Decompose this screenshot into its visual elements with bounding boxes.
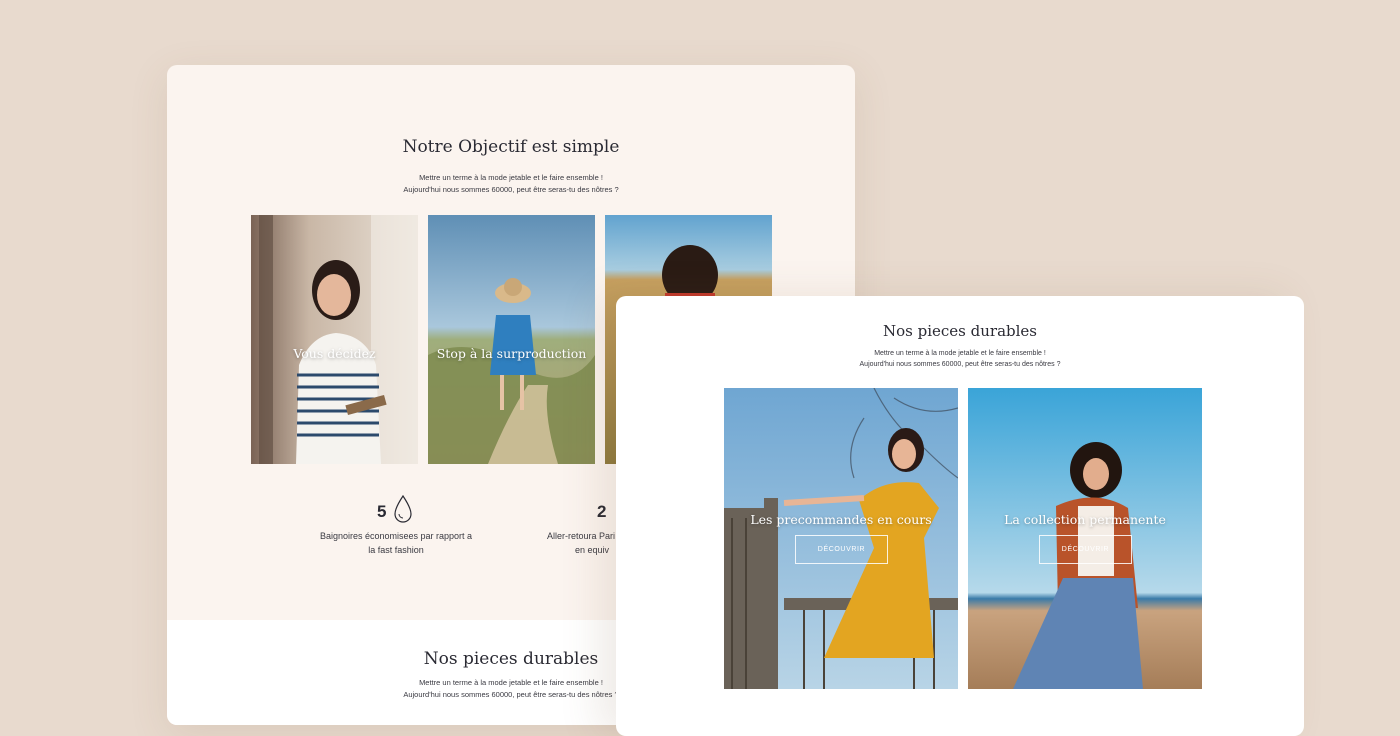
- objective-title: Notre Objectif est simple: [402, 137, 620, 157]
- durables-front-subtitle-line1: Mettre un terme à la mode jetable et le …: [874, 350, 1046, 357]
- tile-vous-decidez[interactable]: Vous décidez: [251, 215, 418, 464]
- card-precommandes[interactable]: Les precommandes en cours DÉCOUVRIR: [724, 388, 958, 689]
- card-caption: Les precommandes en cours: [750, 512, 932, 527]
- woman-hat-dunes-photo: [428, 215, 595, 464]
- woman-striped-shirt-photo: [251, 215, 418, 464]
- stat-text-1-line1: Baignoires économisees par rapport a: [319, 531, 473, 541]
- durables-front-subtitle: Mettre un terme à la mode jetable et le …: [616, 348, 1304, 370]
- objective-subtitle: Mettre un terme à la mode jetable et le …: [167, 172, 855, 195]
- durables-front-subtitle-line2: Aujourd'hui nous sommes 60000, peut être…: [859, 361, 1061, 368]
- stat-number-2: 2: [597, 502, 607, 521]
- stat-text-1: Baignoires économisees par rapport a la …: [301, 529, 491, 557]
- tile-caption: Vous décidez: [293, 346, 376, 361]
- discover-button[interactable]: DÉCOUVRIR: [1039, 535, 1132, 564]
- stat-text-1-line2: la fast fashion: [368, 545, 424, 555]
- card-collection-permanente[interactable]: La collection permanente DÉCOUVRIR: [968, 388, 1202, 689]
- water-drop-icon: [394, 495, 412, 523]
- durables-section-card: Nos pieces durables Mettre un terme à la…: [616, 296, 1304, 736]
- tile-caption: Stop à la surproduction: [436, 346, 587, 361]
- objective-subtitle-line2: Aujourd'hui nous sommes 60000, peut être…: [403, 184, 619, 194]
- tile-stop-surproduction[interactable]: Stop à la surproduction: [428, 215, 595, 464]
- stat-number-1: 5: [377, 502, 387, 521]
- discover-button[interactable]: DÉCOUVRIR: [795, 535, 888, 564]
- objective-subtitle-line1: Mettre un terme à la mode jetable et le …: [419, 173, 603, 182]
- durables-front-title: Nos pieces durables: [883, 322, 1037, 340]
- card-caption: La collection permanente: [1004, 512, 1166, 527]
